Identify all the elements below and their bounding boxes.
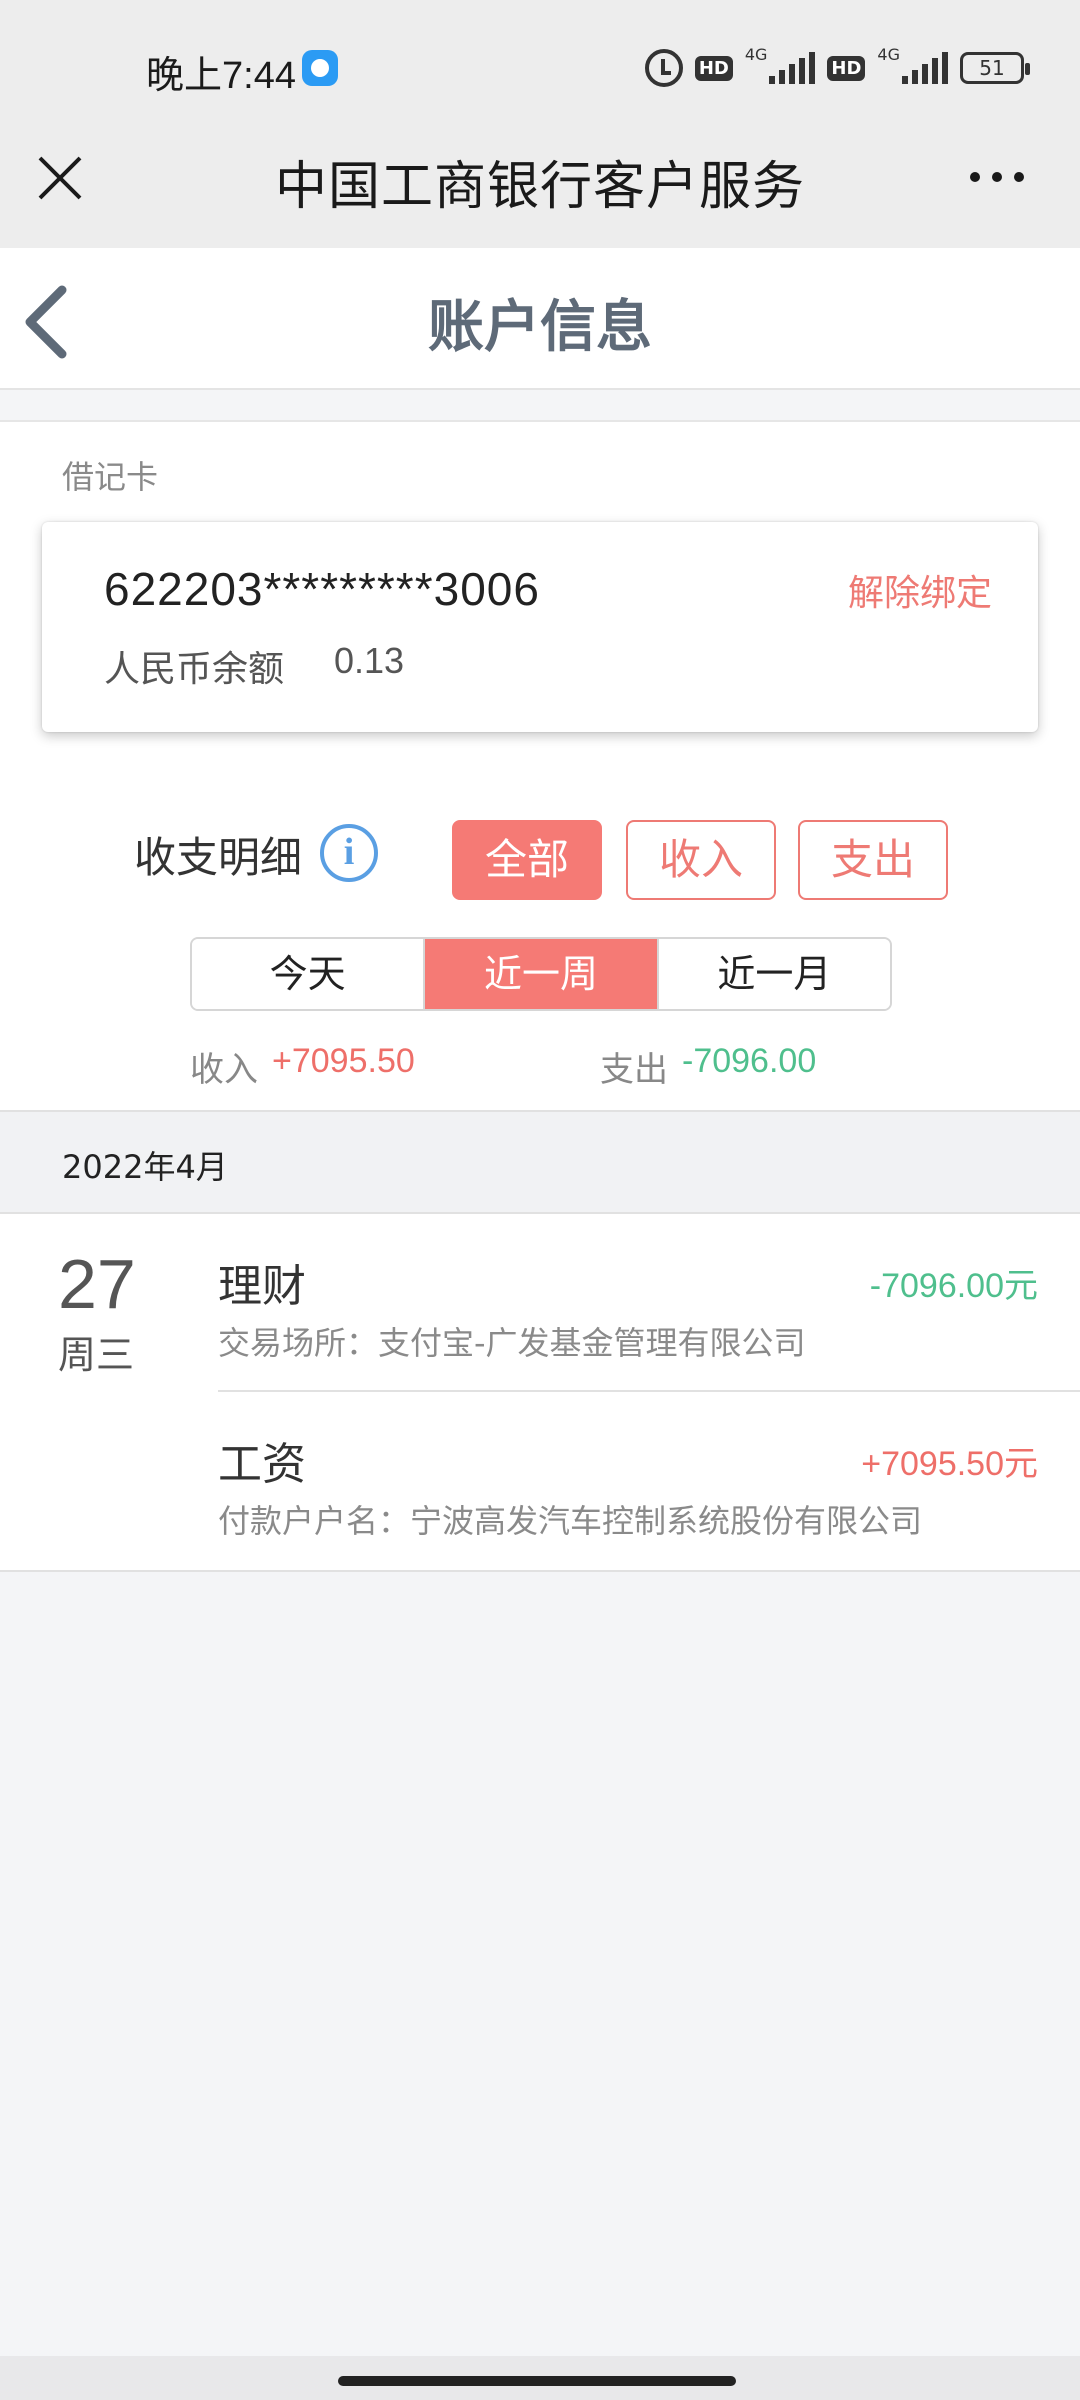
tx-description: 交易场所：支付宝-广发基金管理有限公司 [218,1324,806,1362]
date-range-segmented: 今天 近一周 近一月 [190,937,892,1011]
card-type-label: 借记卡 [62,458,159,496]
balance-value: 0.13 [334,640,405,681]
home-gesture-bar[interactable] [338,2376,736,2386]
card-number: 622203*********3006 [104,563,540,615]
range-today-button[interactable]: 今天 [192,939,426,1009]
status-bar: 晚上7:44 HD 4G HD 4G 51 [0,0,1080,134]
page-header: 账户信息 [0,248,1080,390]
filter-expense-button[interactable]: 支出 [798,820,948,900]
tx-weekday: 周三 [58,1333,135,1377]
hd-badge-2: HD [827,55,866,81]
info-icon[interactable]: i [320,824,378,882]
tx-day-number: 27 [58,1245,136,1323]
transaction-item[interactable]: 工资 +7095.50元 付款户户名：宁波高发汽车控制系统股份有限公司 [218,1392,1080,1570]
month-label: 2022年4月 [62,1148,228,1186]
month-header: 2022年4月 [0,1110,1080,1214]
signal-icon-2 [902,52,948,84]
transaction-item[interactable]: 理财 -7096.00元 交易场所：支付宝-广发基金管理有限公司 [218,1214,1080,1392]
status-icons: HD 4G HD 4G 51 [644,44,1030,88]
tx-title: 工资 [218,1439,306,1490]
status-time: 晚上7:44 [146,55,296,97]
tx-amount: +7095.50元 [861,1445,1038,1483]
tx-amount: -7096.00元 [869,1267,1038,1305]
hd-badge: HD [694,55,733,81]
navigation-gesture-area [0,2356,1080,2400]
transaction-details-label: 收支明细 [134,833,303,882]
notification-app-icon [302,50,338,86]
range-week-button[interactable]: 近一周 [425,939,659,1009]
filter-all-button[interactable]: 全部 [452,820,602,900]
balance-label: 人民币余额 [104,649,285,690]
network-type: 4G [744,44,768,64]
account-section: 借记卡 622203*********3006 解除绑定 人民币余额 0.13 … [0,420,1080,1110]
transaction-day-group: 27 周三 理财 -7096.00元 交易场所：支付宝-广发基金管理有限公司 工… [0,1214,1080,1572]
unbind-card-button[interactable]: 解除绑定 [848,564,992,616]
alarm-icon [644,49,683,87]
tx-description: 付款户户名：宁波高发汽车控制系统股份有限公司 [218,1502,923,1540]
summary-income-value: +7095.50 [272,1042,415,1080]
summary-income-label: 收入 [190,1050,258,1090]
summary-expense-value: -7096.00 [682,1042,817,1080]
signal-icon [769,52,816,84]
tx-title: 理财 [218,1261,306,1312]
summary-expense-label: 支出 [600,1050,668,1090]
page-title: 账户信息 [428,295,652,360]
filter-income-button[interactable]: 收入 [626,820,776,900]
network-type-2: 4G [877,44,900,64]
range-month-button[interactable]: 近一月 [658,939,890,1009]
mini-program-title: 中国工商银行客户服务 [274,157,805,217]
card-box: 622203*********3006 解除绑定 人民币余额 0.13 [42,522,1038,732]
mini-program-header: 中国工商银行客户服务 [0,134,1080,248]
more-options-icon[interactable] [970,172,1024,182]
battery-icon: 51 [960,52,1030,84]
